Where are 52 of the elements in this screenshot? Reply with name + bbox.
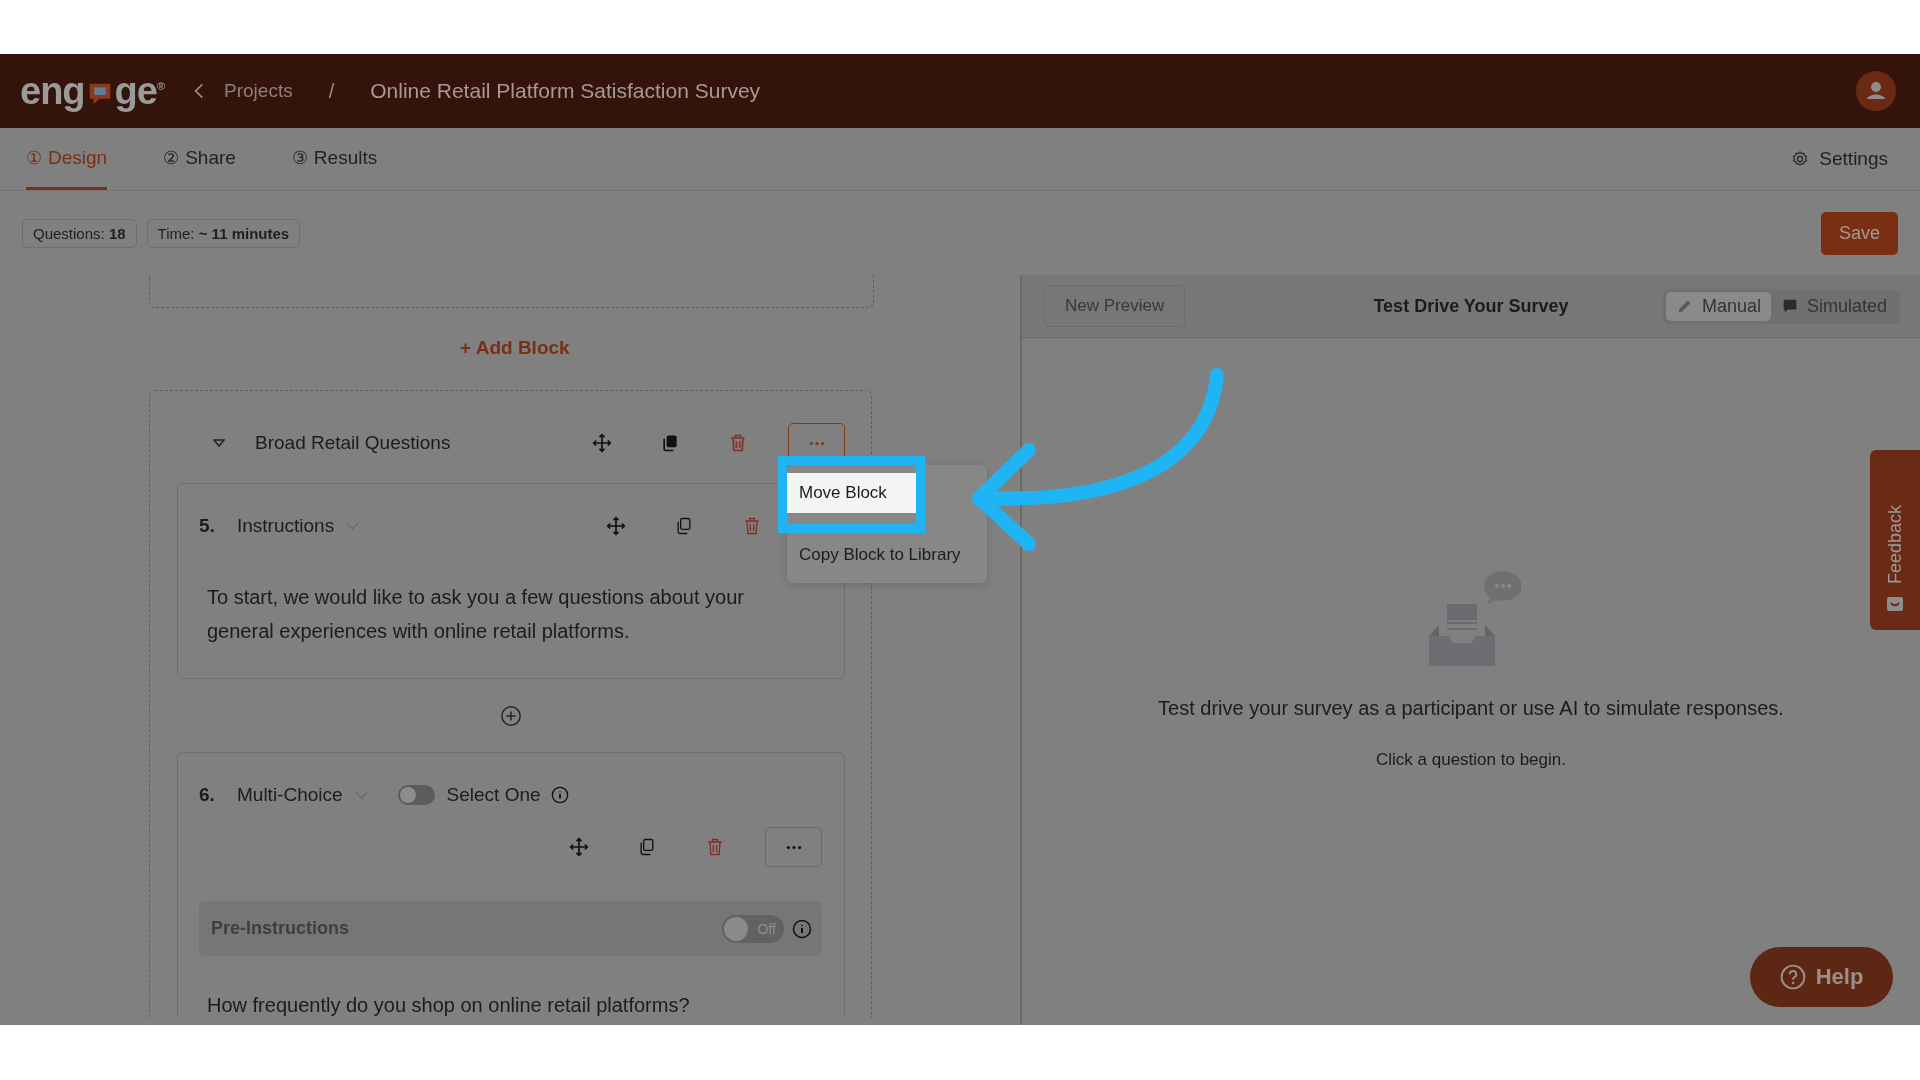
- question-text: To start, we would like to ask you a few questions about your general experiences with online retail platforms.: [207, 585, 745, 644]
- info-icon[interactable]: [792, 918, 812, 939]
- projects-link[interactable]: Projects: [224, 80, 293, 102]
- new-preview-button[interactable]: New Preview: [1044, 285, 1186, 327]
- step-tab[interactable]: ① Design: [26, 128, 108, 190]
- copy-icon[interactable]: [660, 433, 680, 453]
- mode-tab[interactable]: Simulated: [1770, 291, 1897, 321]
- settings-icon: [1791, 150, 1810, 168]
- step-tab[interactable]: ③ Results: [291, 128, 378, 190]
- preview-hint: Click a question to begin.: [1376, 750, 1566, 770]
- question-type-dropdown[interactable]: Instructions: [237, 515, 335, 537]
- help-icon: [1779, 964, 1806, 990]
- stat-chip: Time: ~ 11 minutes: [146, 218, 301, 248]
- save-button[interactable]: Save: [1820, 211, 1898, 255]
- help-button[interactable]: Help: [1750, 947, 1893, 1007]
- back-chevron-icon[interactable]: [194, 82, 205, 100]
- question-number: 6.: [199, 784, 216, 806]
- logo-text: ge: [114, 69, 157, 113]
- trash-icon[interactable]: [728, 433, 748, 453]
- smiley-icon: [1885, 594, 1905, 614]
- toggle-label: Select One: [446, 784, 541, 806]
- registered-mark: ®: [156, 79, 165, 92]
- trash-icon[interactable]: [705, 837, 725, 857]
- block-title: Broad Retail Questions: [255, 432, 451, 454]
- pre-instructions-label: Pre-Instructions: [211, 918, 350, 939]
- ellipsis-icon: [785, 844, 802, 850]
- logo[interactable]: eng ge$^{®}$: [20, 69, 165, 113]
- preview-title: Test Drive Your Survey: [1373, 295, 1569, 317]
- question-number: 5.: [199, 515, 216, 537]
- info-icon[interactable]: [550, 786, 569, 804]
- question-text: How frequently do you shop on online retail platforms?: [207, 993, 691, 1018]
- add-question-icon[interactable]: [500, 705, 522, 727]
- move-icon[interactable]: [606, 516, 626, 536]
- toggle-switch[interactable]: [397, 785, 435, 805]
- collapse-caret-icon[interactable]: [213, 438, 225, 448]
- feedback-tab[interactable]: Feedback: [1870, 450, 1920, 630]
- menu-item[interactable]: Copy Block to Library: [787, 535, 987, 575]
- user-avatar-icon[interactable]: [1856, 71, 1896, 111]
- add-block-button[interactable]: + Add Block: [454, 336, 576, 360]
- mode-tab[interactable]: Manual: [1665, 291, 1771, 321]
- settings-button[interactable]: Settings: [1785, 128, 1894, 190]
- step-tab[interactable]: ② Share: [163, 128, 236, 190]
- move-icon[interactable]: [569, 837, 589, 857]
- preview-message: Test drive your survey as a participant or use AI to simulate responses.: [1158, 697, 1784, 720]
- breadcrumb-separator: /: [328, 79, 335, 103]
- question-type-dropdown[interactable]: Multi-Choice: [237, 784, 343, 806]
- survey-title: Online Retail Platform Satisfaction Survey: [370, 79, 761, 103]
- logo-text: eng: [20, 69, 85, 113]
- ellipsis-icon: [808, 440, 825, 446]
- trash-icon[interactable]: [742, 516, 762, 536]
- stat-chip: Questions: 18: [22, 218, 137, 248]
- move-icon[interactable]: [592, 433, 612, 453]
